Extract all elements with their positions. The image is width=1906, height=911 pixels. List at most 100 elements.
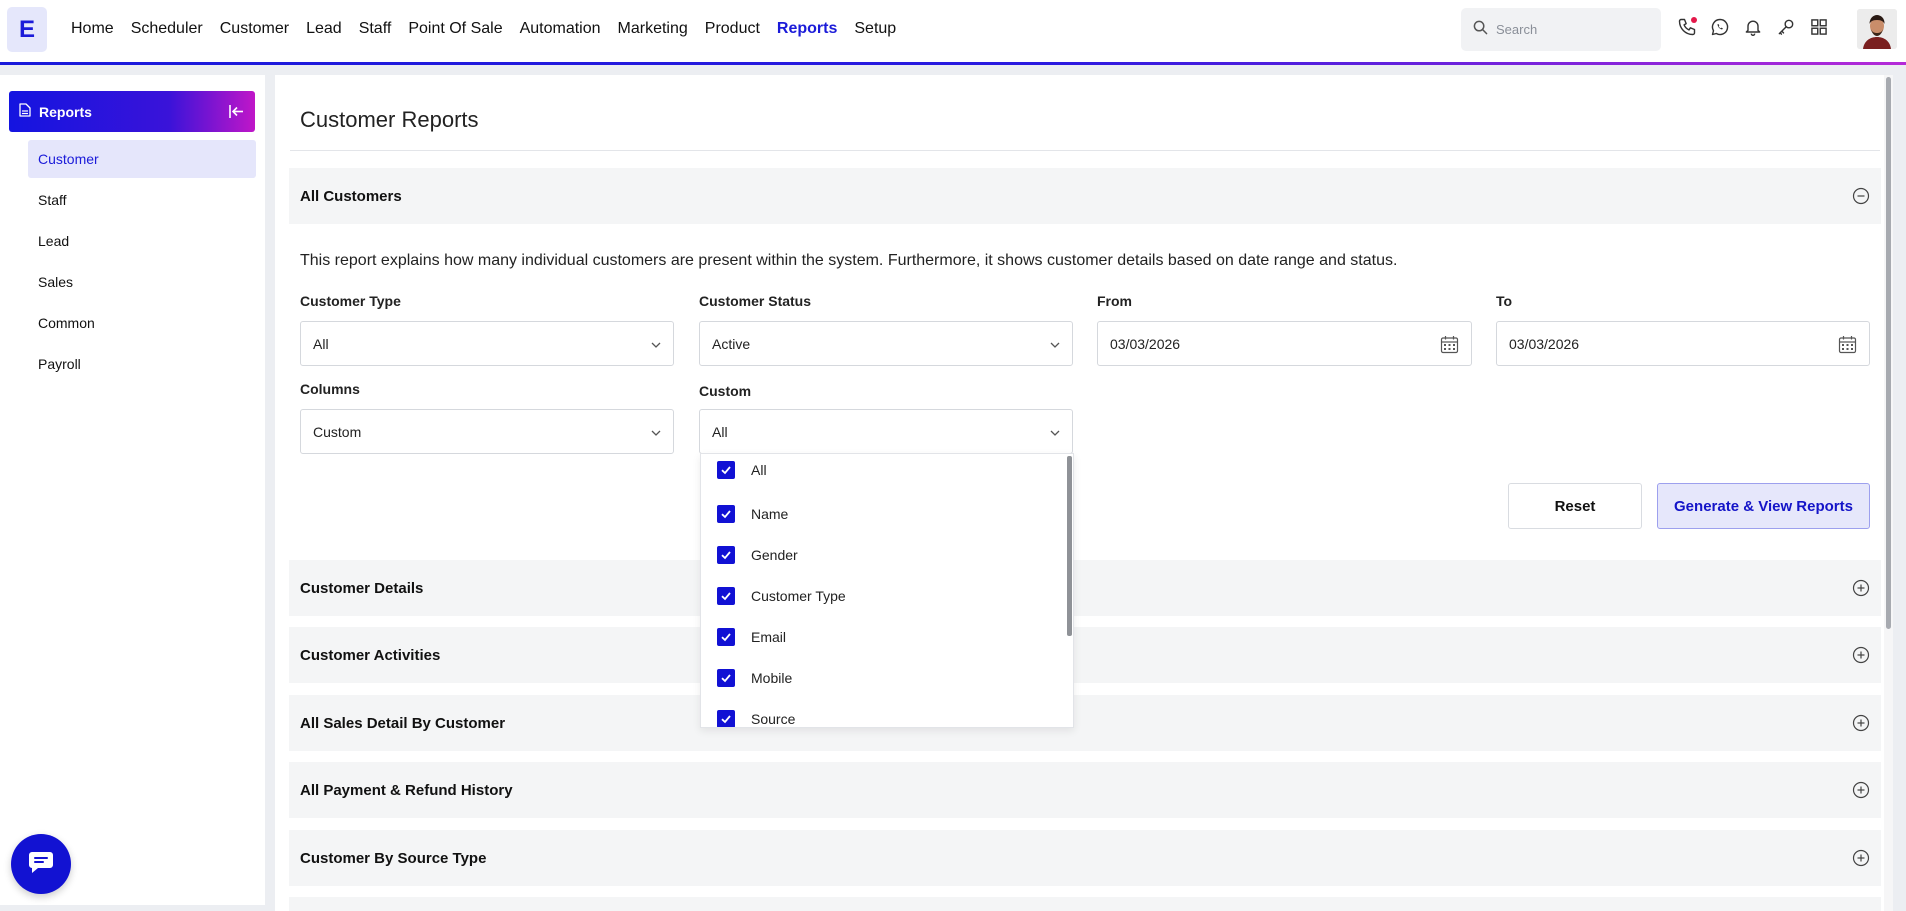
sidebar-item-customer[interactable]: Customer <box>28 140 256 178</box>
user-avatar[interactable] <box>1857 9 1897 49</box>
custom-columns-select[interactable]: All <box>699 409 1073 454</box>
option-label: Gender <box>751 547 798 563</box>
key-icon[interactable] <box>1775 16 1797 38</box>
customer-status-value: Active <box>712 335 751 352</box>
chevron-down-icon <box>1049 338 1061 350</box>
expand-plus-icon[interactable] <box>1852 849 1870 867</box>
bell-icon[interactable] <box>1742 16 1764 38</box>
chevron-down-icon <box>1049 426 1061 438</box>
calendar-icon[interactable] <box>1440 335 1459 354</box>
expand-plus-icon[interactable] <box>1852 714 1870 732</box>
sidebar: Reports Customer Staff Lead Sales Common… <box>0 75 265 905</box>
app-logo[interactable]: E <box>7 7 47 52</box>
checkbox-checked-icon[interactable] <box>717 505 735 523</box>
accordion-title: Customer Details <box>300 579 424 597</box>
chat-support-button[interactable] <box>11 834 71 894</box>
checkbox-checked-icon[interactable] <box>717 546 735 564</box>
customer-status-select[interactable]: Active <box>699 321 1073 366</box>
collapse-minus-icon[interactable] <box>1852 187 1870 205</box>
option-label: Source <box>751 711 796 727</box>
title-divider <box>290 150 1880 151</box>
sidebar-header: Reports <box>9 91 255 132</box>
option-label: Mobile <box>751 670 793 686</box>
chevron-down-icon <box>650 338 662 350</box>
sidebar-item-sales[interactable]: Sales <box>28 263 256 301</box>
top-navbar: E Home Scheduler Customer Lead Staff Poi… <box>0 0 1906 62</box>
option-all[interactable]: All <box>701 454 1061 486</box>
option-label: All <box>751 462 767 478</box>
columns-value: Custom <box>313 423 362 440</box>
search-box <box>1461 8 1661 51</box>
option-label: Email <box>751 629 787 645</box>
main-scrollbar-thumb[interactable] <box>1886 77 1891 629</box>
sidebar-title: Reports <box>39 103 92 120</box>
columns-label: Columns <box>300 381 360 397</box>
option-customer-type[interactable]: Customer Type <box>701 580 1061 612</box>
custom-value: All <box>712 423 728 440</box>
calendar-icon[interactable] <box>1838 335 1857 354</box>
nav-customer[interactable]: Customer <box>220 20 289 38</box>
search-input[interactable] <box>1496 22 1646 37</box>
customer-type-select[interactable]: All <box>300 321 674 366</box>
report-description: This report explains how many individual… <box>300 252 1398 269</box>
accordion-next-section[interactable] <box>289 897 1881 911</box>
accordion-title: Customer Activities <box>300 646 441 664</box>
whatsapp-icon[interactable] <box>1709 16 1731 38</box>
nav-scheduler[interactable]: Scheduler <box>131 20 203 38</box>
nav-product[interactable]: Product <box>705 20 760 38</box>
accordion-payment-refund-history[interactable]: All Payment & Refund History <box>289 762 1881 818</box>
accordion-title: All Sales Detail By Customer <box>300 714 506 732</box>
sidebar-item-lead[interactable]: Lead <box>28 222 256 260</box>
nav-automation[interactable]: Automation <box>520 20 601 38</box>
checkbox-checked-icon[interactable] <box>717 710 735 727</box>
sidebar-item-staff[interactable]: Staff <box>28 181 256 219</box>
report-file-icon <box>19 103 31 120</box>
option-gender[interactable]: Gender <box>701 539 1061 571</box>
accordion-sales-detail-by-customer[interactable]: All Sales Detail By Customer <box>289 695 1881 751</box>
option-mobile[interactable]: Mobile <box>701 662 1061 694</box>
option-source[interactable]: Source <box>701 703 1061 727</box>
option-name[interactable]: Name <box>701 498 1061 530</box>
nav-home[interactable]: Home <box>71 20 114 38</box>
main-nav: Home Scheduler Customer Lead Staff Point… <box>71 0 913 58</box>
option-email[interactable]: Email <box>701 621 1061 653</box>
from-date-value: 03/03/2026 <box>1110 335 1181 352</box>
accordion-customer-by-source-type[interactable]: Customer By Source Type <box>289 830 1881 886</box>
generate-reports-button[interactable]: Generate & View Reports <box>1657 483 1870 529</box>
accordion-all-customers[interactable]: All Customers <box>289 168 1881 224</box>
main-content: Customer Reports All Customers This repo… <box>275 75 1893 911</box>
nav-staff[interactable]: Staff <box>359 20 392 38</box>
expand-plus-icon[interactable] <box>1852 646 1870 664</box>
nav-lead[interactable]: Lead <box>306 20 342 38</box>
sidebar-item-payroll[interactable]: Payroll <box>28 345 256 383</box>
checkbox-checked-icon[interactable] <box>717 587 735 605</box>
to-date-field[interactable]: 03/03/2026 <box>1496 321 1870 366</box>
apps-grid-icon[interactable] <box>1808 16 1830 38</box>
from-date-field[interactable]: 03/03/2026 <box>1097 321 1472 366</box>
checkbox-checked-icon[interactable] <box>717 669 735 687</box>
chat-bubble-icon <box>28 850 54 879</box>
reset-button[interactable]: Reset <box>1508 483 1642 529</box>
checkbox-checked-icon[interactable] <box>717 461 735 479</box>
phone-icon[interactable] <box>1676 16 1698 38</box>
expand-plus-icon[interactable] <box>1852 781 1870 799</box>
sidebar-item-common[interactable]: Common <box>28 304 256 342</box>
accordion-customer-details[interactable]: Customer Details <box>289 560 1881 616</box>
nav-point-of-sale[interactable]: Point Of Sale <box>408 20 502 38</box>
option-label: Name <box>751 506 789 522</box>
nav-setup[interactable]: Setup <box>854 20 896 38</box>
nav-marketing[interactable]: Marketing <box>618 20 688 38</box>
columns-select[interactable]: Custom <box>300 409 674 454</box>
top-icon-bar <box>1676 16 1841 38</box>
dropdown-scrollbar[interactable] <box>1067 456 1072 636</box>
custom-columns-dropdown: All Name Gender Customer Type Email Mobi… <box>700 453 1074 728</box>
main-scroll-track[interactable] <box>1884 75 1893 911</box>
checkbox-checked-icon[interactable] <box>717 628 735 646</box>
nav-reports[interactable]: Reports <box>777 20 837 38</box>
collapse-sidebar-icon[interactable] <box>228 103 245 120</box>
expand-plus-icon[interactable] <box>1852 579 1870 597</box>
to-date-value: 03/03/2026 <box>1509 335 1580 352</box>
notification-dot <box>1691 17 1697 23</box>
accordion-customer-activities[interactable]: Customer Activities <box>289 627 1881 683</box>
customer-type-label: Customer Type <box>300 293 401 309</box>
